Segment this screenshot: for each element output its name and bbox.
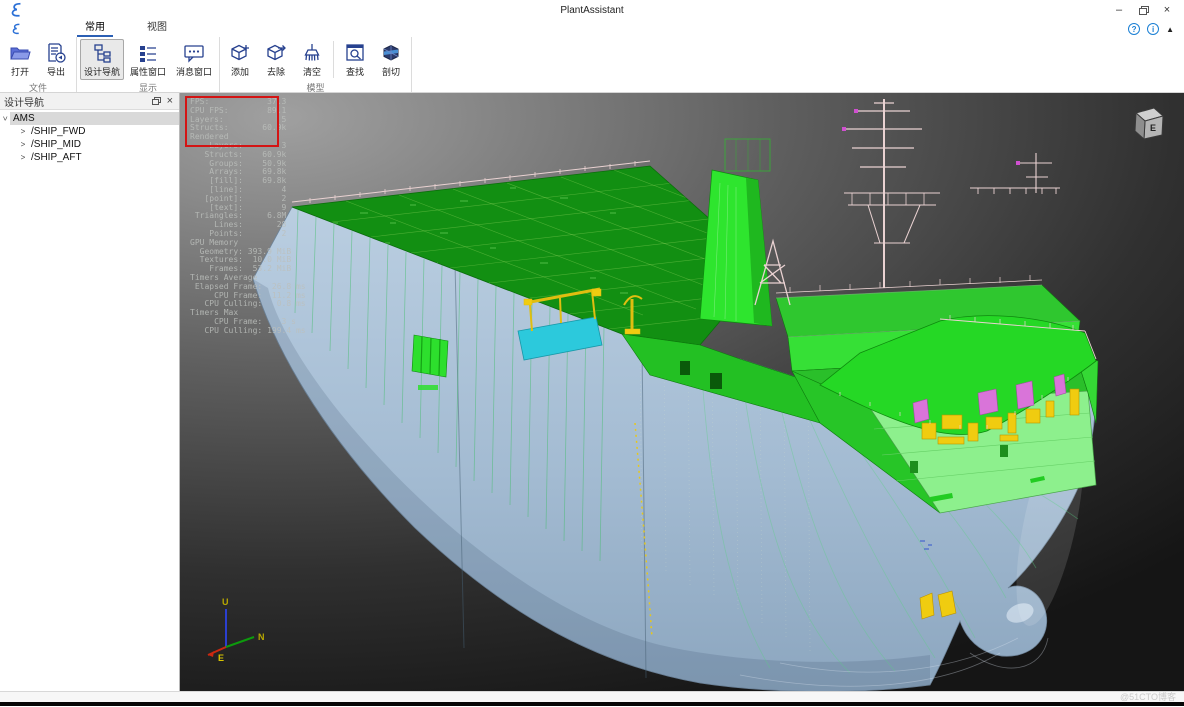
cube-face-label: E bbox=[1150, 123, 1156, 133]
bottom-black-bar bbox=[0, 702, 1184, 706]
panel-title: 设计导航 bbox=[4, 94, 44, 109]
tab-view[interactable]: 视图 bbox=[139, 17, 175, 37]
ribbon-inner-separator bbox=[333, 41, 334, 78]
axis-up-label: U bbox=[222, 597, 229, 607]
window-title: PlantAssistant bbox=[0, 5, 1184, 16]
tree-row-ship-aft[interactable]: > /SHIP_AFT bbox=[0, 151, 179, 164]
title-bar: PlantAssistant – × bbox=[0, 0, 1184, 20]
properties-window-label: 属性窗口 bbox=[130, 65, 166, 78]
design-nav-tree: > AMS > /SHIP_FWD > /SHIP_MID > /SHIP_AF… bbox=[0, 110, 179, 164]
message-window-icon bbox=[183, 42, 205, 64]
export-label: 导出 bbox=[47, 65, 65, 78]
open-label: 打开 bbox=[11, 65, 29, 78]
tree-row-root[interactable]: > AMS bbox=[0, 112, 179, 125]
clear-model-button[interactable]: 清空 bbox=[295, 39, 329, 80]
app-menu-logo-icon[interactable] bbox=[10, 23, 22, 35]
tree-row-ship-fwd[interactable]: > /SHIP_FWD bbox=[0, 125, 179, 138]
info-icon[interactable]: i bbox=[1147, 23, 1159, 35]
add-model-button[interactable]: 添加 bbox=[223, 39, 257, 80]
axis-east-label: E bbox=[218, 653, 224, 663]
tab-common[interactable]: 常用 bbox=[77, 17, 113, 37]
export-icon bbox=[45, 42, 67, 64]
remove-model-label: 去除 bbox=[267, 65, 285, 78]
axis-triad: U N E bbox=[196, 595, 276, 665]
ribbon-tab-row: 常用 视图 ? i ▲ bbox=[0, 20, 1184, 37]
properties-window-button[interactable]: 属性窗口 bbox=[126, 39, 170, 80]
tree-root-label[interactable]: AMS bbox=[10, 112, 179, 125]
section-cut-label: 剖切 bbox=[382, 65, 400, 78]
find-icon bbox=[344, 42, 366, 64]
find-button[interactable]: 查找 bbox=[338, 39, 372, 80]
expand-caret-icon[interactable]: > bbox=[18, 127, 28, 136]
application-window: PlantAssistant – × 常用 视图 ? i ▲ bbox=[0, 0, 1184, 707]
design-nav-label: 设计导航 bbox=[84, 65, 120, 78]
watermark: @51CTO博客 bbox=[1120, 692, 1176, 702]
message-window-label: 消息窗口 bbox=[176, 65, 212, 78]
remove-model-button[interactable]: 去除 bbox=[259, 39, 293, 80]
find-label: 查找 bbox=[346, 65, 364, 78]
export-button[interactable]: 导出 bbox=[39, 39, 73, 80]
close-button[interactable]: × bbox=[1158, 3, 1176, 17]
3d-viewport[interactable]: FPS: 37.3 CPU FPS: 89.1 Layers: 5 Struct… bbox=[180, 93, 1184, 691]
ribbon-group-model: 添加 去除 清空 bbox=[220, 37, 412, 92]
section-cut-button[interactable]: 剖切 bbox=[374, 39, 408, 80]
close-panel-icon[interactable]: × bbox=[167, 96, 173, 106]
remove-model-icon bbox=[265, 42, 287, 64]
design-nav-button[interactable]: 设计导航 bbox=[80, 39, 124, 80]
expand-caret-icon[interactable]: > bbox=[18, 140, 28, 149]
add-model-icon bbox=[229, 42, 251, 64]
help-icon[interactable]: ? bbox=[1128, 23, 1140, 35]
highlight-box-annotation bbox=[185, 96, 279, 147]
clear-model-label: 清空 bbox=[303, 65, 321, 78]
add-model-label: 添加 bbox=[231, 65, 249, 78]
collapse-ribbon-icon[interactable]: ▲ bbox=[1166, 25, 1174, 34]
minimize-button[interactable]: – bbox=[1110, 3, 1128, 17]
design-nav-panel: 设计导航 × > AMS > /SHIP_FWD > /SHIP_MID bbox=[0, 93, 180, 691]
expand-caret-icon[interactable]: > bbox=[18, 153, 28, 162]
status-strip: @51CTO博客 bbox=[0, 691, 1184, 702]
open-icon bbox=[9, 42, 31, 64]
clear-model-icon bbox=[301, 42, 323, 64]
ship-3d-model bbox=[180, 93, 1184, 691]
restore-window-icon bbox=[1139, 8, 1147, 15]
tree-item-label[interactable]: /SHIP_FWD bbox=[28, 126, 85, 137]
properties-window-icon bbox=[137, 42, 159, 64]
restore-button[interactable] bbox=[1134, 3, 1152, 17]
ribbon-group-display: 设计导航 属性窗口 bbox=[77, 37, 220, 92]
tree-item-label[interactable]: /SHIP_MID bbox=[28, 139, 81, 150]
float-panel-icon[interactable] bbox=[152, 99, 159, 105]
tree-item-label[interactable]: /SHIP_AFT bbox=[28, 152, 82, 163]
collapse-caret-icon[interactable]: > bbox=[1, 114, 10, 124]
open-button[interactable]: 打开 bbox=[3, 39, 37, 80]
message-window-button[interactable]: 消息窗口 bbox=[172, 39, 216, 80]
view-navigation-cube[interactable]: E bbox=[1126, 105, 1170, 149]
axis-north-label: N bbox=[258, 632, 265, 642]
ribbon: 打开 导出 文件 bbox=[0, 37, 1184, 93]
ribbon-group-file: 打开 导出 文件 bbox=[0, 37, 77, 92]
design-nav-tree-icon bbox=[91, 42, 113, 64]
tree-row-ship-mid[interactable]: > /SHIP_MID bbox=[0, 138, 179, 151]
section-cut-icon bbox=[380, 42, 402, 64]
